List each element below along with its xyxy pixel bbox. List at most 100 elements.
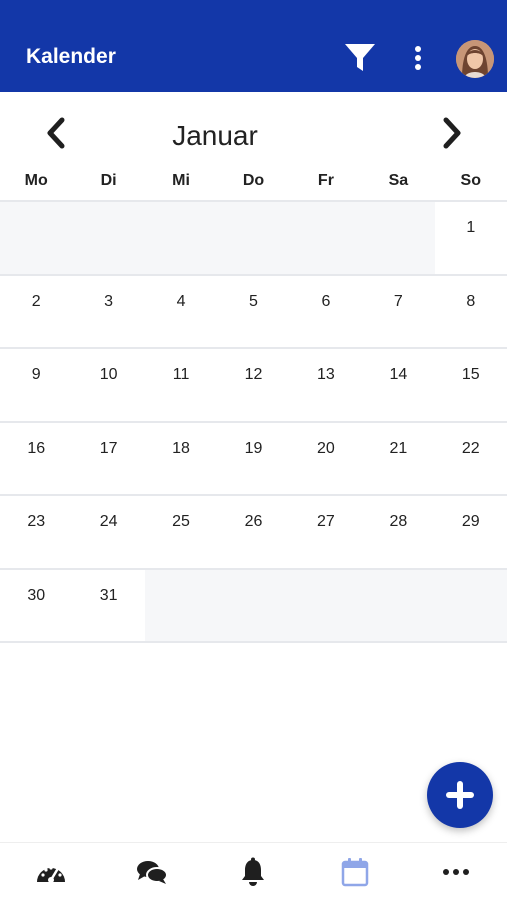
more-horizontal-icon (443, 868, 470, 875)
day-number: 16 (27, 439, 46, 457)
day-number: 25 (172, 513, 190, 530)
month-title: Januar (172, 120, 258, 151)
empty-day-cell (217, 202, 290, 276)
bell-icon (242, 857, 265, 886)
empty-day-cell (434, 569, 507, 643)
day-cell[interactable]: 7 (362, 275, 435, 349)
day-number: 10 (99, 366, 118, 383)
day-cell[interactable]: 17 (72, 422, 145, 496)
add-event-button[interactable] (427, 762, 493, 828)
day-number: 1 (466, 219, 476, 236)
day-cell[interactable]: 10 (72, 349, 145, 423)
empty-day-cell (217, 569, 290, 643)
day-number: 20 (317, 439, 335, 457)
day-cell[interactable]: 4 (144, 275, 218, 349)
empty-day-cell (289, 569, 363, 643)
weekday-label: Sa (388, 172, 409, 189)
day-cell[interactable]: 21 (362, 422, 435, 496)
day-cell[interactable]: 20 (289, 422, 363, 496)
day-cell[interactable]: 1 (434, 202, 507, 276)
calendar-icon (341, 857, 369, 886)
day-cell[interactable]: 18 (144, 422, 218, 496)
weekday-label: Fr (317, 172, 334, 189)
day-number: 11 (172, 366, 190, 383)
day-number: 7 (393, 292, 403, 310)
weekday-label: Mi (172, 172, 190, 189)
day-cell[interactable]: 26 (217, 496, 290, 570)
day-cell[interactable]: 19 (217, 422, 290, 496)
empty-day-cell (144, 569, 218, 643)
day-cell[interactable]: 12 (217, 349, 290, 423)
day-number: 13 (317, 366, 335, 383)
day-number: 8 (466, 292, 476, 310)
nav-more[interactable] (406, 843, 507, 900)
nav-calendar[interactable] (304, 843, 405, 900)
weekday-label: Do (242, 172, 265, 189)
day-number: 18 (172, 439, 190, 457)
day-cell[interactable]: 27 (289, 496, 363, 570)
day-number: 5 (249, 292, 258, 310)
calendar-grid: 1 2 3 4 5 6 7 8 9 10 11 12 13 14 15 16 17 18 19 20 21 22 23 24 2… (0, 200, 507, 643)
chevron-right-icon[interactable] (438, 116, 466, 150)
empty-day-cell (289, 202, 363, 276)
day-cell[interactable]: 15 (434, 349, 507, 423)
day-number: 2 (31, 292, 41, 310)
day-number: 14 (389, 366, 408, 383)
day-number: 24 (99, 513, 118, 530)
day-number: 22 (461, 439, 480, 457)
day-cell[interactable]: 8 (434, 275, 507, 349)
more-vertical-icon[interactable] (408, 44, 428, 72)
bottom-navigation (0, 842, 507, 900)
day-cell[interactable]: 28 (362, 496, 435, 570)
day-cell[interactable]: 6 (289, 275, 363, 349)
day-cell[interactable]: 11 (144, 349, 218, 423)
empty-day-cell (72, 202, 145, 276)
month-navigation: Januar (0, 92, 507, 172)
nav-dashboard[interactable] (0, 843, 101, 900)
day-number: 12 (244, 366, 263, 383)
day-cell[interactable]: 29 (434, 496, 507, 570)
app-header: Kalender (0, 0, 507, 92)
day-number: 6 (321, 292, 331, 310)
day-number: 17 (99, 439, 118, 457)
day-cell[interactable]: 22 (434, 422, 507, 496)
day-cell[interactable]: 9 (0, 349, 73, 423)
day-cell[interactable]: 3 (72, 275, 145, 349)
empty-day-cell (362, 202, 435, 276)
day-number: 29 (461, 513, 480, 530)
day-cell[interactable]: 2 (0, 275, 73, 349)
day-number: 31 (99, 586, 118, 604)
day-number: 21 (389, 439, 408, 457)
day-cell[interactable]: 14 (362, 349, 435, 423)
day-cell[interactable]: 24 (72, 496, 145, 570)
empty-day-cell (0, 202, 73, 276)
day-number: 28 (389, 513, 408, 530)
day-cell[interactable]: 23 (0, 496, 73, 570)
weekday-label: So (460, 172, 481, 189)
day-number: 15 (461, 366, 480, 383)
dashboard-gauge-icon (36, 865, 65, 883)
day-cell[interactable]: 25 (144, 496, 218, 570)
nav-notifications[interactable] (203, 843, 304, 900)
filter-icon[interactable] (343, 42, 377, 74)
day-cell[interactable]: 31 (72, 569, 145, 643)
avatar[interactable] (456, 40, 494, 78)
day-number: 26 (244, 513, 263, 530)
day-cell[interactable]: 30 (0, 569, 73, 643)
day-number: 30 (27, 586, 46, 604)
nav-messages[interactable] (101, 843, 202, 900)
empty-day-cell (362, 569, 435, 643)
weekday-label: Mo (24, 172, 48, 189)
day-number: 19 (244, 439, 263, 457)
day-cell[interactable]: 16 (0, 422, 73, 496)
day-number: 4 (176, 292, 186, 310)
day-cell[interactable]: 13 (289, 349, 363, 423)
day-number: 23 (27, 513, 46, 530)
calendar-app: Kalender Januar Mo Di Mi Do Fr Sa So 1 2… (0, 0, 507, 900)
day-number: 27 (317, 513, 335, 530)
empty-day-cell (144, 202, 218, 276)
day-number: 9 (31, 366, 41, 383)
day-cell[interactable]: 5 (217, 275, 290, 349)
day-number: 3 (104, 292, 114, 310)
page-title: Kalender (26, 45, 116, 68)
